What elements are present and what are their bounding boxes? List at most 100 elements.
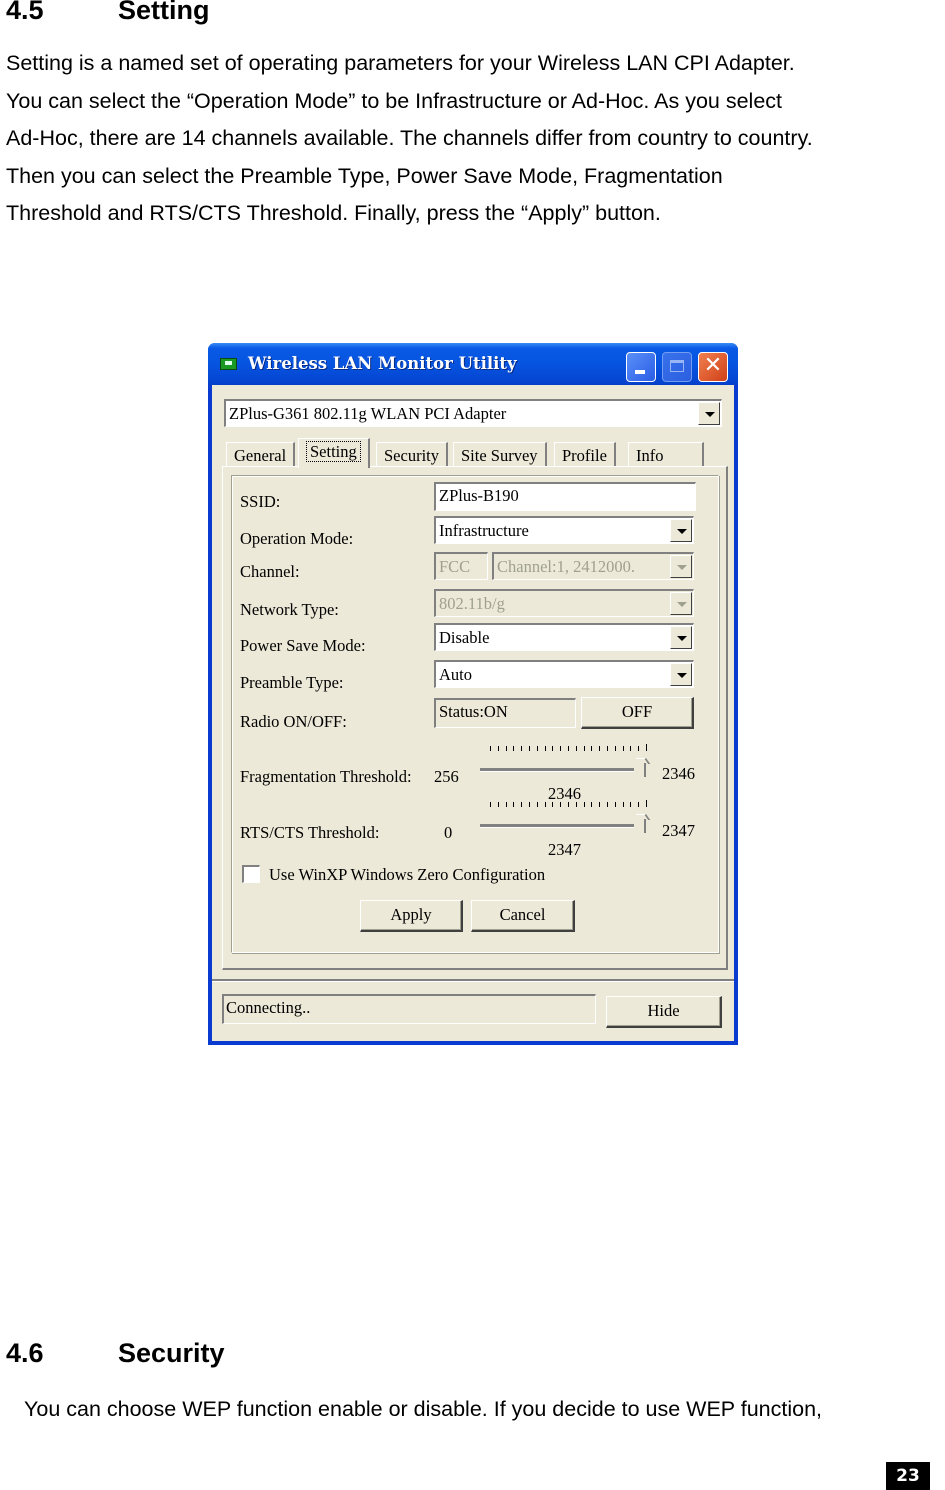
slider-tick xyxy=(630,802,632,807)
slider-tick xyxy=(638,746,640,751)
channel-label: Channel: xyxy=(240,562,300,581)
close-icon: ✕ xyxy=(703,353,723,378)
network-type-select: 802.11b/g xyxy=(434,589,694,617)
slider-tick xyxy=(630,746,632,751)
slider-tick xyxy=(568,802,569,807)
tab-info[interactable]: Info xyxy=(628,442,704,466)
tab-label: Security xyxy=(384,446,439,465)
fragmentation-max: 2346 xyxy=(662,764,695,783)
slider-ticks xyxy=(490,800,647,808)
rts-cts-threshold-slider[interactable] xyxy=(480,800,650,836)
zero-config-label[interactable]: Use WinXP Windows Zero Configuration xyxy=(269,865,545,885)
radio-status-value: Status:ON xyxy=(439,702,508,721)
slider-tick xyxy=(575,802,577,807)
section-title: Security xyxy=(118,1338,225,1368)
section-number: 4.6 xyxy=(6,1338,44,1368)
ssid-value: ZPlus-B190 xyxy=(439,486,519,505)
paragraph-line: Then you can select the Preamble Type, P… xyxy=(6,163,723,188)
paragraph-line: Threshold and RTS/CTS Threshold. Finally… xyxy=(6,201,661,225)
paragraph-line: You can select the “Operation Mode” to b… xyxy=(6,88,783,113)
power-save-mode-select[interactable]: Disable xyxy=(434,623,694,651)
rts-cts-threshold-label: RTS/CTS Threshold: xyxy=(240,823,380,842)
maximize-button[interactable] xyxy=(662,352,692,382)
operation-mode-select[interactable]: Infrastructure xyxy=(434,516,694,544)
status-field: Connecting.. xyxy=(222,994,596,1024)
operation-mode-label: Operation Mode: xyxy=(240,529,354,548)
ssid-label: SSID: xyxy=(240,492,281,511)
slider-tick xyxy=(583,746,585,751)
security-paragraph: You can choose WEP function enable or di… xyxy=(24,1397,822,1421)
slider-tick xyxy=(521,746,523,751)
network-type-value: 802.11b/g xyxy=(439,594,505,613)
slider-tick xyxy=(646,800,647,807)
slider-tick xyxy=(622,802,624,807)
slider-track xyxy=(480,768,634,772)
slider-tick xyxy=(583,802,585,807)
slider-tick xyxy=(599,802,601,807)
minimize-button[interactable] xyxy=(626,352,656,382)
chevron-down-icon[interactable] xyxy=(670,663,692,686)
radio-label: Radio ON/OFF: xyxy=(240,712,347,731)
status-text: Connecting.. xyxy=(226,998,311,1017)
adapter-select-value: ZPlus-G361 802.11g WLAN PCI Adapter xyxy=(229,404,507,423)
section-heading-security: 4.6 Security xyxy=(6,1338,225,1369)
slider-tick xyxy=(529,746,530,751)
tab-setting[interactable]: Setting xyxy=(298,438,370,468)
slider-tick xyxy=(575,746,577,751)
tab-label: Site Survey xyxy=(461,446,538,465)
slider-tick xyxy=(568,746,569,751)
slider-tick xyxy=(591,746,593,751)
slider-tick xyxy=(552,746,554,751)
hide-button[interactable]: Hide xyxy=(606,996,722,1028)
slider-tick xyxy=(497,746,499,751)
zero-config-checkbox[interactable] xyxy=(242,865,260,883)
section-heading-setting: 4.5 Setting xyxy=(6,0,210,26)
radio-off-button[interactable]: OFF xyxy=(581,697,694,729)
operation-mode-value: Infrastructure xyxy=(439,521,529,540)
slider-tick xyxy=(607,802,608,807)
slider-tick xyxy=(607,746,608,751)
power-save-mode-value: Disable xyxy=(439,628,490,647)
slider-tick xyxy=(544,802,546,807)
slider-tick xyxy=(513,746,515,751)
adapter-select[interactable]: ZPlus-G361 802.11g WLAN PCI Adapter xyxy=(224,399,722,427)
tab-site-survey[interactable]: Site Survey xyxy=(453,442,547,466)
channel-value: Channel:1, 2412000. xyxy=(497,557,635,576)
close-button[interactable]: ✕ xyxy=(698,352,728,382)
slider-thumb[interactable] xyxy=(636,814,646,834)
chevron-down-icon[interactable] xyxy=(670,626,692,649)
chevron-down-icon xyxy=(670,592,692,615)
settings-group-box: SSID: ZPlus-B190 Operation Mode: Infrast… xyxy=(231,475,719,953)
slider-tick xyxy=(521,802,523,807)
radio-status-field: Status:ON xyxy=(434,698,576,728)
slider-tick xyxy=(536,802,538,807)
cancel-button[interactable]: Cancel xyxy=(471,900,575,932)
ssid-input[interactable]: ZPlus-B190 xyxy=(434,482,696,511)
slider-tick xyxy=(560,746,562,751)
fragmentation-threshold-slider[interactable] xyxy=(480,744,650,780)
preamble-type-value: Auto xyxy=(439,665,472,684)
preamble-type-select[interactable]: Auto xyxy=(434,660,694,688)
slider-tick xyxy=(638,802,640,807)
tab-security[interactable]: Security xyxy=(376,442,448,466)
fragmentation-min: 256 xyxy=(434,767,459,786)
window-client-area: ZPlus-G361 802.11g WLAN PCI Adapter Gene… xyxy=(212,385,734,1041)
slider-tick xyxy=(622,746,624,751)
section-number: 4.5 xyxy=(6,0,44,25)
channel-region-value: FCC xyxy=(439,557,471,576)
tab-profile[interactable]: Profile xyxy=(554,442,616,466)
slider-thumb[interactable] xyxy=(636,758,646,778)
chevron-down-icon[interactable] xyxy=(670,519,692,542)
channel-region-field: FCC xyxy=(434,552,488,580)
tab-label: Profile xyxy=(562,446,607,465)
tab-general[interactable]: General xyxy=(226,442,296,466)
slider-tick xyxy=(614,802,616,807)
chevron-down-icon xyxy=(670,555,692,578)
apply-button[interactable]: Apply xyxy=(360,900,463,932)
slider-tick xyxy=(560,802,562,807)
rts-cts-value: 2347 xyxy=(548,840,581,859)
window-title: Wireless LAN Monitor Utility xyxy=(248,354,517,373)
title-bar[interactable]: Wireless LAN Monitor Utility ✕ xyxy=(208,343,738,385)
chevron-down-icon[interactable] xyxy=(698,402,720,425)
slider-tick xyxy=(529,802,530,807)
